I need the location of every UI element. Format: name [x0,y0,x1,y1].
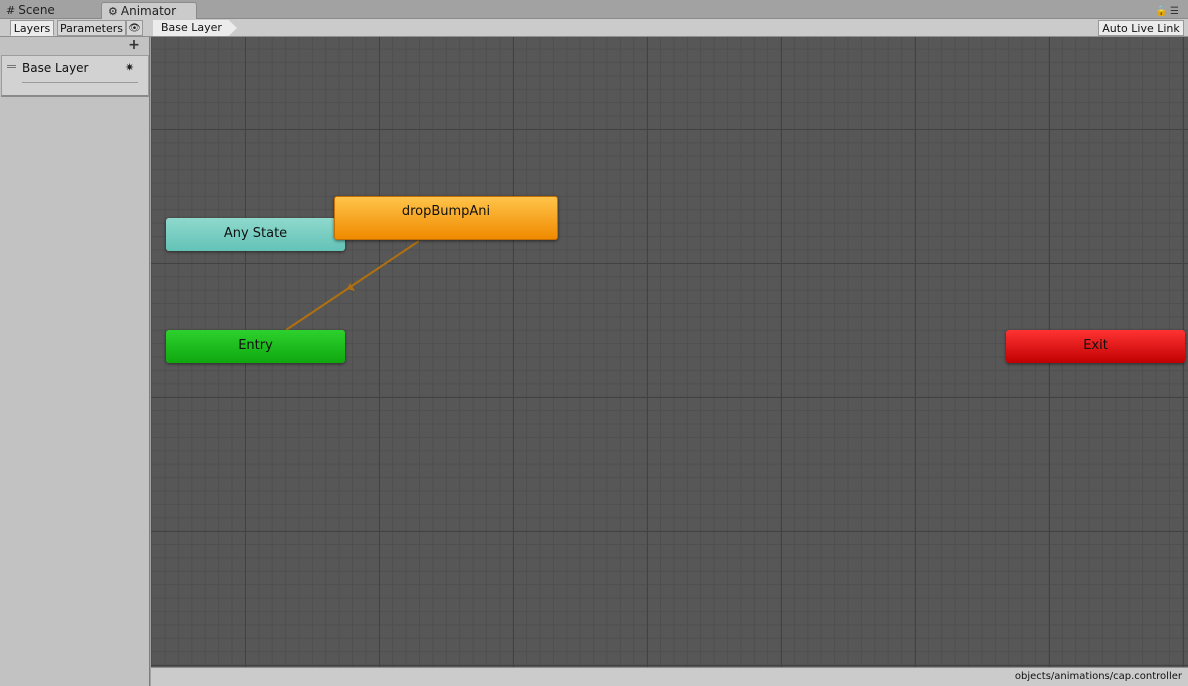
lock-icon[interactable]: 🔒 [1155,6,1167,17]
tab-animator-label: Animator [120,4,177,18]
animator-toolbar: Layers Parameters 👁 Base Layer Auto Live… [0,19,1188,37]
node-state-dropbumpani[interactable]: dropBumpAni [334,196,558,240]
transition-entry-to-state[interactable] [285,240,420,331]
controller-path: objects/animations/cap.controller [1014,671,1182,682]
tab-scene[interactable]: # Scene [0,2,98,19]
tab-scene-label: Scene [18,3,55,17]
eye-icon[interactable]: 👁 [126,20,143,36]
layer-item-base-layer[interactable]: Base Layer ✷ [1,55,149,97]
state-machine-graph[interactable]: Any State Entry dropBumpAni Exit [151,37,1188,667]
node-any-state[interactable]: Any State [166,218,345,251]
window-tab-bar: # Scene ⚙ Animator 🔒 ☰ [0,0,1188,19]
layers-tab[interactable]: Layers [10,20,54,36]
animator-icon: ⚙ [108,5,118,18]
layers-panel: + Base Layer ✷ [0,37,150,686]
layer-name: Base Layer [22,61,89,75]
layer-weight-bar [22,82,138,83]
auto-live-link-button[interactable]: Auto Live Link [1098,20,1184,36]
breadcrumb-base-layer[interactable]: Base Layer [153,20,237,36]
add-layer-button[interactable]: + [127,38,141,53]
node-entry[interactable]: Entry [166,330,345,363]
gear-icon[interactable]: ✷ [125,61,134,74]
status-bar: objects/animations/cap.controller [151,667,1188,686]
node-exit[interactable]: Exit [1006,330,1185,363]
context-menu-icon[interactable]: ☰ [1170,6,1179,17]
animator-window: # Scene ⚙ Animator 🔒 ☰ Layers Parameters 👁… [0,0,1188,686]
tab-animator[interactable]: ⚙ Animator [101,2,197,19]
drag-handle-icon[interactable] [7,65,16,68]
parameters-tab[interactable]: Parameters [57,20,126,36]
grid-icon: # [6,4,16,17]
